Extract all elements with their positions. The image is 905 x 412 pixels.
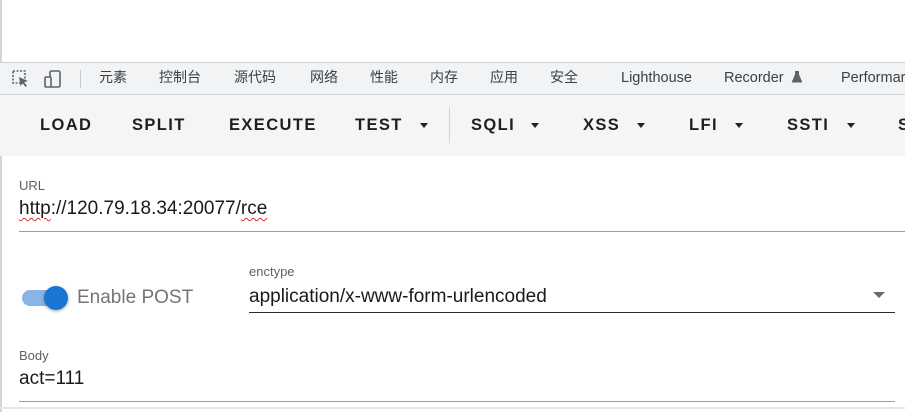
url-host-text: ://120.79.18.34:20077/ (50, 198, 241, 219)
enctype-select-underline (249, 312, 895, 313)
tab-performance[interactable]: 性能 (370, 63, 398, 94)
devtools-tab-bar: 元素 控制台 源代码 网络 性能 内存 应用 安全 Lighthouse Rec… (0, 62, 905, 95)
enable-post-label: Enable POST (77, 287, 194, 308)
tab-performance-insights[interactable]: Performar (841, 63, 905, 94)
test-menu-button[interactable]: TEST (355, 95, 403, 156)
tab-recorder[interactable]: Recorder (724, 63, 803, 94)
hackbar-toolbar: LOAD SPLIT EXECUTE TEST SQLI XSS LFI SST… (0, 95, 905, 156)
tab-application[interactable]: 应用 (490, 63, 518, 94)
page-viewport (0, 0, 905, 62)
tab-console[interactable]: 控制台 (159, 63, 201, 94)
xss-menu-button[interactable]: XSS (583, 95, 620, 156)
tab-memory[interactable]: 内存 (430, 63, 458, 94)
enctype-select[interactable]: application/x-www-form-urlencoded (249, 286, 547, 308)
url-input[interactable]: http://120.79.18.34:20077/rce (19, 198, 267, 220)
tab-lighthouse[interactable]: Lighthouse (621, 63, 692, 94)
inspect-element-icon[interactable] (11, 69, 31, 89)
ssti-dropdown-caret-icon (847, 123, 855, 128)
url-field-underline (19, 231, 905, 232)
url-field-label: URL (19, 178, 46, 193)
toolbar-divider (449, 107, 450, 143)
url-path-text: rce (240, 198, 268, 219)
execute-button[interactable]: EXECUTE (229, 95, 317, 156)
enctype-label: enctype (249, 264, 295, 279)
enctype-dropdown-arrow-icon[interactable] (873, 292, 885, 298)
load-button[interactable]: LOAD (40, 95, 92, 156)
panel-bottom-border (0, 407, 905, 409)
body-field-label: Body (19, 348, 49, 363)
lfi-dropdown-caret-icon (735, 123, 743, 128)
browser-window: 元素 控制台 源代码 网络 性能 内存 应用 安全 Lighthouse Rec… (0, 0, 905, 412)
more-menu-button[interactable]: S (898, 95, 905, 156)
device-toolbar-icon[interactable] (43, 69, 63, 89)
tab-elements[interactable]: 元素 (99, 63, 127, 94)
split-button[interactable]: SPLIT (132, 95, 186, 156)
body-input[interactable]: act=111 (19, 368, 84, 390)
tab-security[interactable]: 安全 (550, 63, 578, 94)
tab-sources[interactable]: 源代码 (234, 63, 276, 94)
test-dropdown-caret-icon (420, 123, 428, 128)
enable-post-toggle[interactable] (44, 286, 68, 310)
xss-dropdown-caret-icon (637, 123, 645, 128)
tab-network[interactable]: 网络 (310, 63, 338, 94)
sqli-dropdown-caret-icon (531, 123, 539, 128)
flask-icon (791, 71, 802, 83)
sqli-menu-button[interactable]: SQLI (471, 95, 515, 156)
hackbar-form (0, 156, 905, 412)
toolbar-divider (80, 70, 81, 88)
body-field-underline (19, 401, 895, 402)
lfi-menu-button[interactable]: LFI (689, 95, 718, 156)
url-scheme-text: http (19, 198, 51, 219)
ssti-menu-button[interactable]: SSTI (787, 95, 829, 156)
tab-recorder-label: Recorder (724, 70, 784, 86)
